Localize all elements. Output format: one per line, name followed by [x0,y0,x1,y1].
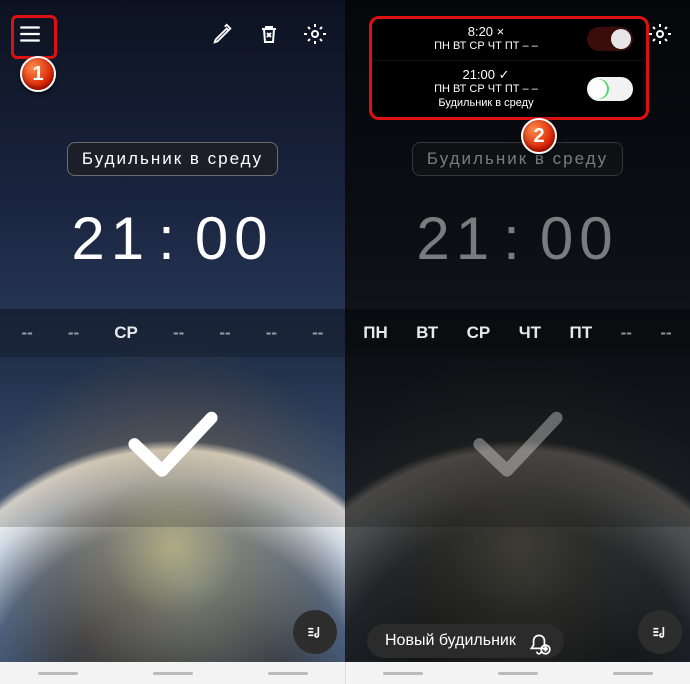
day-fri[interactable]: ПТ [570,323,593,343]
android-navbar [345,662,690,684]
android-navbar [0,662,345,684]
day-wed[interactable]: СР [467,323,491,343]
day-mon[interactable]: ПН [363,323,388,343]
day-thu[interactable]: -- [173,323,184,343]
phone-screen-2: 8:20 × ПН ВТ СР ЧТ ПТ – – 21:00 ✓ ПН ВТ … [345,0,690,684]
day-sun[interactable]: -- [312,323,323,343]
alarm-1-days: ПН ВТ СР ЧТ ПТ – – [385,40,587,54]
confirm-area [345,357,690,527]
alarm-list-panel: 8:20 × ПН ВТ СР ЧТ ПТ – – 21:00 ✓ ПН ВТ … [373,18,643,117]
settings-button[interactable] [640,14,680,54]
alarm-row-1[interactable]: 8:20 × ПН ВТ СР ЧТ ПТ – – [373,18,643,61]
alarm-1-time: 8:20 × [385,24,587,40]
hours[interactable]: 21 [71,205,150,272]
minutes[interactable]: 00 [540,205,619,272]
weekday-row[interactable]: -- -- СР -- -- -- -- [0,309,345,357]
alarm-2-days: ПН ВТ СР ЧТ ПТ – – [385,83,587,97]
day-sat[interactable]: -- [266,323,277,343]
alarm-main: Будильник в среду 21:00 [0,62,345,273]
tutorial-marker-2: 2 [521,118,557,154]
day-thu[interactable]: ЧТ [519,323,541,343]
time-sep: : [495,205,540,272]
sound-fab[interactable] [638,610,682,654]
day-sun[interactable]: -- [660,323,671,343]
alarm-2-time: 21:00 ✓ [385,67,587,83]
sound-fab[interactable] [293,610,337,654]
alarm-time[interactable]: 21:00 [0,204,345,273]
day-wed[interactable]: СР [114,323,138,343]
day-fri[interactable]: -- [219,323,230,343]
toolbar [0,0,345,62]
day-tue[interactable]: -- [68,323,79,343]
confirm-check-icon[interactable] [118,397,228,487]
confirm-area [0,357,345,527]
weekday-row[interactable]: ПН ВТ СР ЧТ ПТ -- -- [345,309,690,357]
alarm-label-chip[interactable]: Будильник в среду [412,142,623,176]
bell-plus-icon [526,631,552,657]
tutorial-marker-1: 1 [20,56,56,92]
alarm-2-toggle[interactable] [587,77,633,101]
new-alarm-button[interactable]: Новый будильник [367,624,564,658]
hours[interactable]: 21 [416,205,495,272]
settings-button[interactable] [295,14,335,54]
alarm-label-chip[interactable]: Будильник в среду [67,142,278,176]
alarm-row-2[interactable]: 21:00 ✓ ПН ВТ СР ЧТ ПТ – – Будильник в с… [373,61,643,117]
phone-screen-1: 1 Будильник в среду 21:00 -- -- СР -- --… [0,0,345,684]
confirm-check-icon[interactable] [463,397,573,487]
day-mon[interactable]: -- [22,323,33,343]
alarm-2-sub: Будильник в среду [385,97,587,111]
alarm-time[interactable]: 21:00 [345,204,690,273]
new-alarm-label: Новый будильник [385,632,516,650]
minutes[interactable]: 00 [195,205,274,272]
time-sep: : [150,205,195,272]
edit-button[interactable] [203,14,243,54]
day-sat[interactable]: -- [621,323,632,343]
menu-button[interactable] [10,14,50,54]
day-tue[interactable]: ВТ [416,323,438,343]
delete-button[interactable] [249,14,289,54]
alarm-1-toggle[interactable] [587,27,633,51]
